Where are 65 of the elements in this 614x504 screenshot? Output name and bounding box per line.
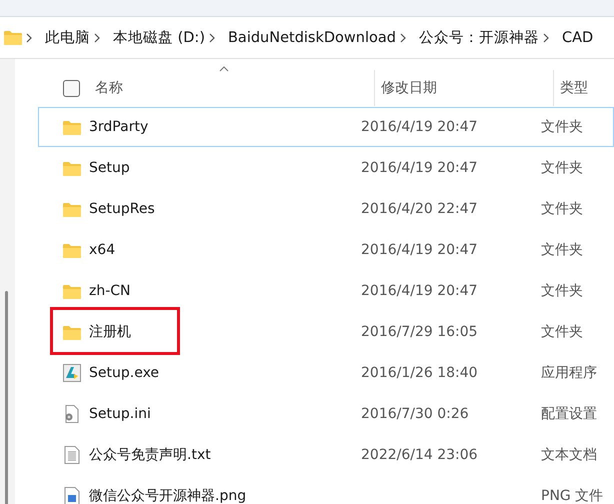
chevron-icon [400, 32, 406, 42]
folder-icon [63, 202, 81, 216]
folder-icon [63, 242, 81, 258]
settings-file-icon [64, 405, 80, 423]
file-type: 文本文档 [541, 447, 597, 463]
scrollbar[interactable] [5, 291, 8, 504]
modified-date: 2016/1/26 18:40 [361, 365, 478, 381]
modified-date: 2016/7/29 16:05 [361, 324, 478, 340]
file-row[interactable]: zh-CN 2016/4/19 20:47 文件夹 [38, 271, 614, 311]
file-name: Setup [89, 160, 130, 176]
file-type: 文件夹 [541, 119, 583, 135]
file-row[interactable]: 公众号免责声明.txt 2022/6/14 23:06 文本文档 [38, 435, 614, 475]
file-name: 微信公众号开源神器.png [89, 487, 246, 504]
text-file-icon [64, 446, 80, 464]
file-type: 文件夹 [541, 242, 583, 258]
breadcrumb-item[interactable]: 此电脑 [45, 28, 90, 47]
modified-date: 2016/4/19 20:47 [361, 119, 478, 135]
modified-date: 2016/4/19 20:47 [361, 242, 478, 258]
folder-icon [63, 324, 81, 340]
file-row[interactable]: 3rdParty 2016/4/19 20:47 文件夹 [38, 107, 614, 147]
app-icon [63, 364, 81, 382]
file-name: SetupRes [89, 201, 155, 217]
file-name: Setup.exe [89, 365, 160, 381]
folder-icon [63, 160, 81, 176]
file-type: 应用程序 [541, 365, 597, 381]
file-type: 配置设置 [541, 406, 597, 422]
file-type: 文件夹 [541, 283, 583, 299]
chevron-icon [26, 32, 32, 42]
folder-icon [63, 284, 81, 298]
file-row[interactable]: Setup 2016/4/19 20:47 文件夹 [38, 148, 614, 188]
file-type: 文件夹 [541, 201, 583, 217]
file-row[interactable]: 注册机 2016/7/29 16:05 文件夹 [38, 312, 614, 352]
file-name: 注册机 [89, 323, 131, 341]
file-row[interactable]: x64 2016/4/19 20:47 文件夹 [38, 230, 614, 270]
file-row[interactable]: Setup.exe 2016/1/26 18:40 应用程序 [38, 353, 614, 393]
chevron-icon [94, 32, 100, 42]
file-name: x64 [89, 242, 116, 258]
file-row[interactable]: SetupRes 2016/4/20 22:47 文件夹 [38, 189, 614, 229]
column-header[interactable]: 类型 [553, 70, 588, 106]
modified-date: 2016/7/30 0:26 [361, 406, 469, 422]
breadcrumb-item[interactable]: 本地磁盘 (D:) [113, 28, 205, 47]
sort-caret-icon [218, 66, 228, 72]
modified-date: 2016/4/19 20:47 [361, 283, 478, 299]
file-name: zh-CN [89, 283, 131, 299]
file-name: 3rdParty [89, 119, 148, 135]
folder-icon [4, 30, 22, 45]
modified-date: 2022/6/14 23:06 [361, 447, 478, 463]
file-name: 公众号免责声明.txt [89, 446, 211, 464]
file-row[interactable]: 微信公众号开源神器.png PNG 文件 [38, 476, 614, 504]
chevron-icon [542, 32, 549, 42]
column-header[interactable]: 修改日期 [374, 70, 553, 106]
file-type: 文件夹 [541, 324, 583, 340]
file-type: 文件夹 [541, 160, 583, 176]
breadcrumb-item[interactable]: CAD [562, 30, 594, 46]
breadcrumb-item[interactable]: BaiduNetdiskDownload [228, 30, 396, 46]
file-row[interactable]: Setup.ini 2016/7/30 0:26 配置设置 [38, 394, 614, 434]
file-type: PNG 文件 [541, 488, 604, 504]
select-all-checkbox[interactable] [63, 80, 80, 96]
file-name: Setup.ini [89, 406, 151, 422]
folder-icon [63, 120, 81, 134]
breadcrumb-item[interactable]: 公众号：开源神器 [418, 28, 539, 47]
chevron-icon [208, 32, 215, 42]
modified-date: 2016/4/19 20:47 [361, 160, 478, 176]
modified-date: 2016/4/20 22:47 [361, 201, 478, 217]
column-header[interactable]: 名称 [93, 70, 374, 106]
